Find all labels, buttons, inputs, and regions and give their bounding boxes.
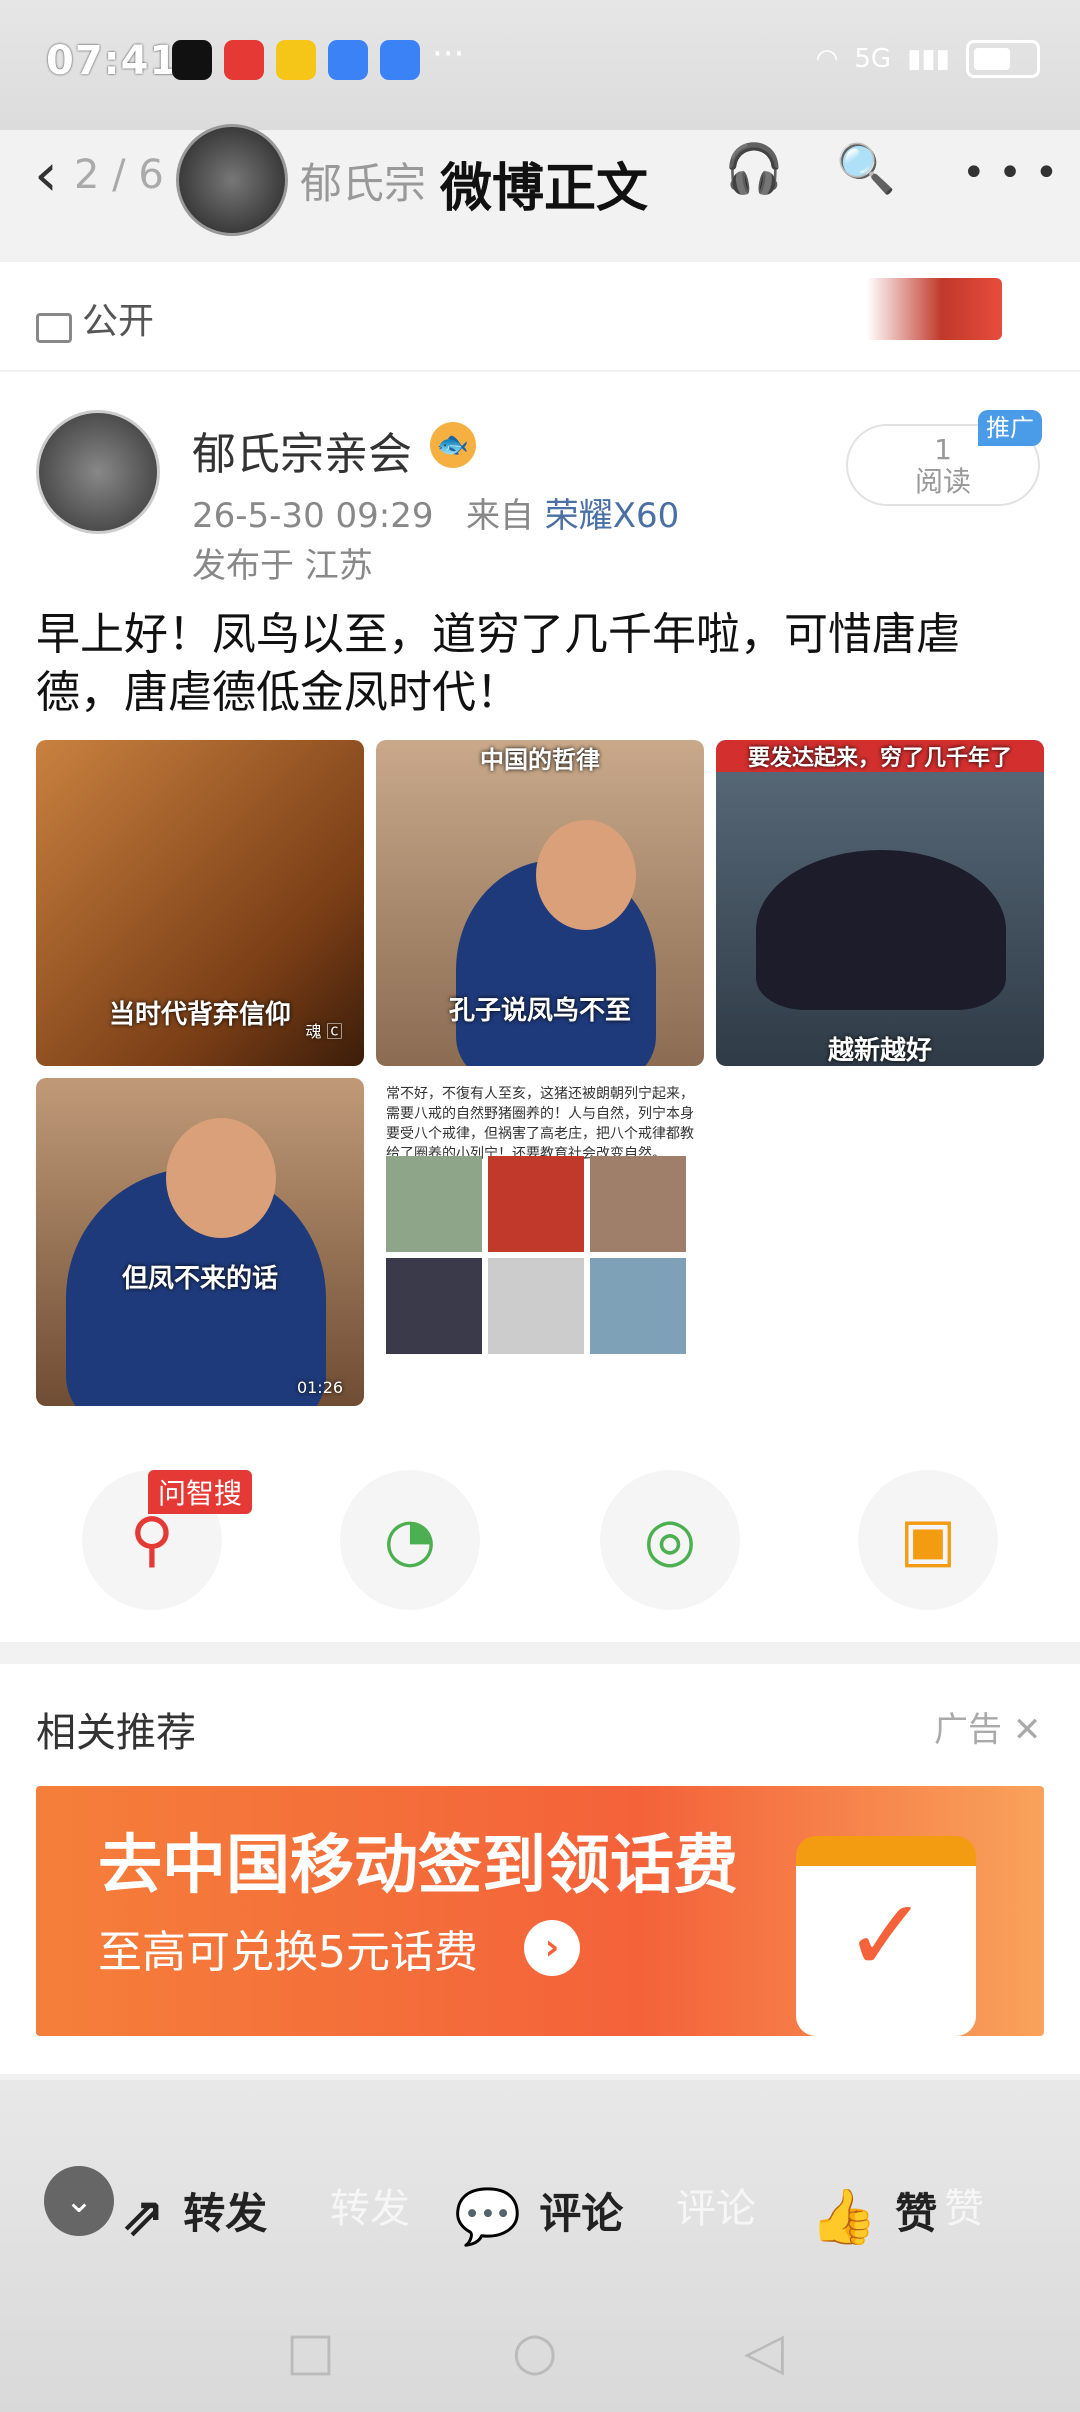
post-image-5[interactable]: 常不好，不復有人至亥，这猪还被朗朝列宁起来，需要八戒的自然野猪圈养的！人与自然，… [376, 1078, 704, 1406]
lock-icon [36, 313, 72, 343]
weibo-app-icon [276, 40, 316, 80]
image-top-caption: 中国的哲律 [480, 746, 600, 774]
ghost-repost: 转发 [330, 2186, 410, 2232]
battery-icon [966, 40, 1040, 78]
check-icon: ✓ [844, 1877, 928, 1994]
ghost-comment: 评论 [676, 2186, 756, 2232]
page-title: 微博正文 [440, 159, 649, 219]
fish-badge-icon: 🐟 [430, 422, 476, 468]
ad-tag[interactable]: 广告 ✕ [934, 1702, 1041, 1751]
close-icon[interactable]: ✕ [1013, 1710, 1042, 1750]
post-time: 26-5-30 09:29 [192, 496, 434, 536]
ad-arrow-icon: › [524, 1920, 580, 1976]
like-button[interactable]: 👍 赞 [810, 2180, 937, 2249]
source-prefix: 来自 [465, 496, 534, 536]
comment-button[interactable]: 💬 评论 [454, 2180, 623, 2249]
image-caption: 但凤不来的话 [121, 1264, 278, 1294]
app-icon-1 [328, 40, 368, 80]
app-icon-2 [380, 40, 420, 80]
recommend-title: 相关推荐 [36, 1710, 196, 1756]
search-icon[interactable]: 🔍 [836, 140, 896, 197]
back-button[interactable]: ‹ [34, 140, 58, 210]
calendar-icon: ✓ [796, 1836, 976, 2036]
post-image-1[interactable]: 当时代背弃信仰 魂 🄲 [36, 740, 364, 1066]
more-icon[interactable]: • • • [962, 150, 1058, 196]
repost-button[interactable]: ⇗ 转发 [120, 2180, 267, 2248]
ad-banner[interactable]: 去中国移动签到领话费 至高可兑换5元话费 › ✓ [36, 1786, 1044, 2036]
image-caption: 越新越好 [827, 1036, 932, 1066]
post-image-2[interactable]: 中国的哲律 孔子说凤鸟不至 [376, 740, 704, 1066]
image-text: 常不好，不復有人至亥，这猪还被朗朝列宁起来，需要八戒的自然野猪圈养的！人与自然，… [386, 1086, 694, 1162]
video-duration: 01:26 [296, 1378, 344, 1397]
promo-badge: 推广 [978, 410, 1042, 446]
ad-title: 去中国移动签到领话费 [98, 1829, 738, 1903]
read-label: 阅读 [914, 465, 971, 498]
comment-icon: 💬 [454, 2184, 522, 2248]
thumbs-up-icon: 👍 [810, 2184, 878, 2248]
nav-back-icon[interactable]: ◁ [744, 2322, 784, 2382]
image-top-caption: 要发达起来，穷了几千年了 [716, 740, 1044, 772]
page-indicator: 2 / 6 [74, 152, 164, 198]
share-icon: ⇗ [120, 2185, 166, 2248]
post-device[interactable]: 荣耀X60 [545, 496, 680, 536]
listen-button[interactable]: 🎧 [724, 140, 784, 197]
recent-apps-icon[interactable]: □ [286, 2322, 335, 2382]
ghost-like: 赞 [944, 2186, 984, 2232]
great-wall-banner [852, 278, 1002, 340]
status-time: 07:41 [46, 38, 179, 84]
visibility-label[interactable]: 公开 [36, 292, 154, 344]
image-caption: 孔子说凤鸟不至 [448, 996, 631, 1026]
signal-icon: ▮▮▮ [907, 44, 950, 74]
zhisou-badge: 问智搜 [148, 1470, 253, 1514]
status-right: ◠ 5G ▮▮▮ [816, 40, 1040, 78]
avatar[interactable] [36, 410, 160, 534]
author-name[interactable]: 郁氏宗亲会 [192, 418, 412, 482]
post-meta: 26-5-30 09:29 来自 荣耀X60 [192, 488, 679, 537]
header-author-name: 郁氏宗 [300, 159, 427, 208]
image-watermark: 魂 🄲 [305, 1022, 343, 1041]
collapse-button[interactable]: ⌄ [44, 2166, 114, 2236]
post-location: 发布于 江苏 [192, 546, 373, 586]
wechat-share-button[interactable]: ◔ [340, 1470, 480, 1610]
video-app-icon [224, 40, 264, 80]
network-label: 5G [854, 44, 892, 74]
moments-share-button[interactable]: ◎ [600, 1470, 740, 1610]
more-notifications-icon: ··· [432, 34, 465, 74]
post-text: 早上好！凤鸟以至，道穷了几千年啦，可惜唐虐德，唐虐德低金凤时代！ [36, 609, 960, 718]
wifi-icon: ◠ [815, 44, 839, 74]
save-image-button[interactable]: ▣ [858, 1470, 998, 1610]
post-image-3[interactable]: 要发达起来，穷了几千年了 越新越好 [716, 740, 1044, 1066]
header-avatar[interactable] [176, 124, 288, 236]
post-image-4[interactable]: 但凤不来的话 01:26 [36, 1078, 364, 1406]
ad-subtitle: 至高可兑换5元话费 [98, 1927, 478, 1978]
tiktok-icon [172, 40, 212, 80]
home-icon[interactable]: ○ [512, 2322, 557, 2382]
